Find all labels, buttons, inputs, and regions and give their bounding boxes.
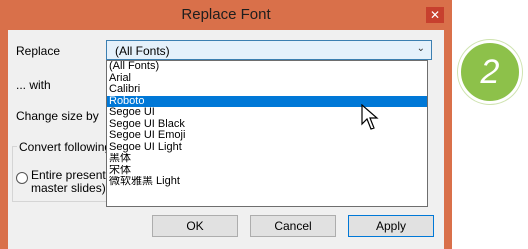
entire-presentation-label-2: master slides) — [31, 181, 106, 195]
font-option[interactable]: Segoe UI Black — [107, 119, 427, 131]
font-option[interactable]: Segoe UI — [107, 107, 427, 119]
font-option[interactable]: Segoe UI Emoji — [107, 130, 427, 142]
chevron-down-icon: ⌄ — [416, 43, 425, 54]
font-option[interactable]: (All Fonts) — [107, 61, 427, 73]
replace-label: Replace — [16, 44, 61, 58]
step-number: 2 — [480, 53, 500, 91]
mouse-pointer-icon — [361, 104, 379, 130]
change-size-label: Change size by — [16, 109, 99, 123]
replace-font-select[interactable]: (All Fonts) ⌄ — [106, 40, 432, 60]
font-option[interactable]: 黑体 — [107, 153, 427, 165]
font-option[interactable]: 微软雅黑 Light — [107, 176, 427, 188]
title-bar: Replace Font ✕ — [0, 0, 452, 30]
replace-font-value: (All Fonts) — [115, 44, 170, 58]
font-option[interactable]: Segoe UI Light — [107, 142, 427, 154]
font-option[interactable]: 宋体 — [107, 165, 427, 177]
font-option[interactable]: Calibri — [107, 84, 427, 96]
step-badge: 2 — [458, 40, 522, 104]
entire-presentation-label-1: Entire presenta — [31, 168, 113, 182]
cancel-button[interactable]: Cancel — [250, 215, 336, 237]
close-button[interactable]: ✕ — [426, 7, 444, 23]
dialog-title: Replace Font — [181, 6, 271, 23]
font-option-selected[interactable]: Roboto — [107, 95, 427, 107]
close-icon: ✕ — [429, 8, 441, 22]
apply-button[interactable]: Apply — [348, 215, 434, 237]
with-label: ... with — [16, 78, 51, 92]
entire-presentation-radio[interactable] — [16, 172, 28, 184]
font-dropdown-list[interactable]: (All Fonts) Arial Calibri Roboto Segoe U… — [106, 60, 428, 207]
ok-button[interactable]: OK — [152, 215, 238, 237]
font-option[interactable]: Arial — [107, 73, 427, 85]
